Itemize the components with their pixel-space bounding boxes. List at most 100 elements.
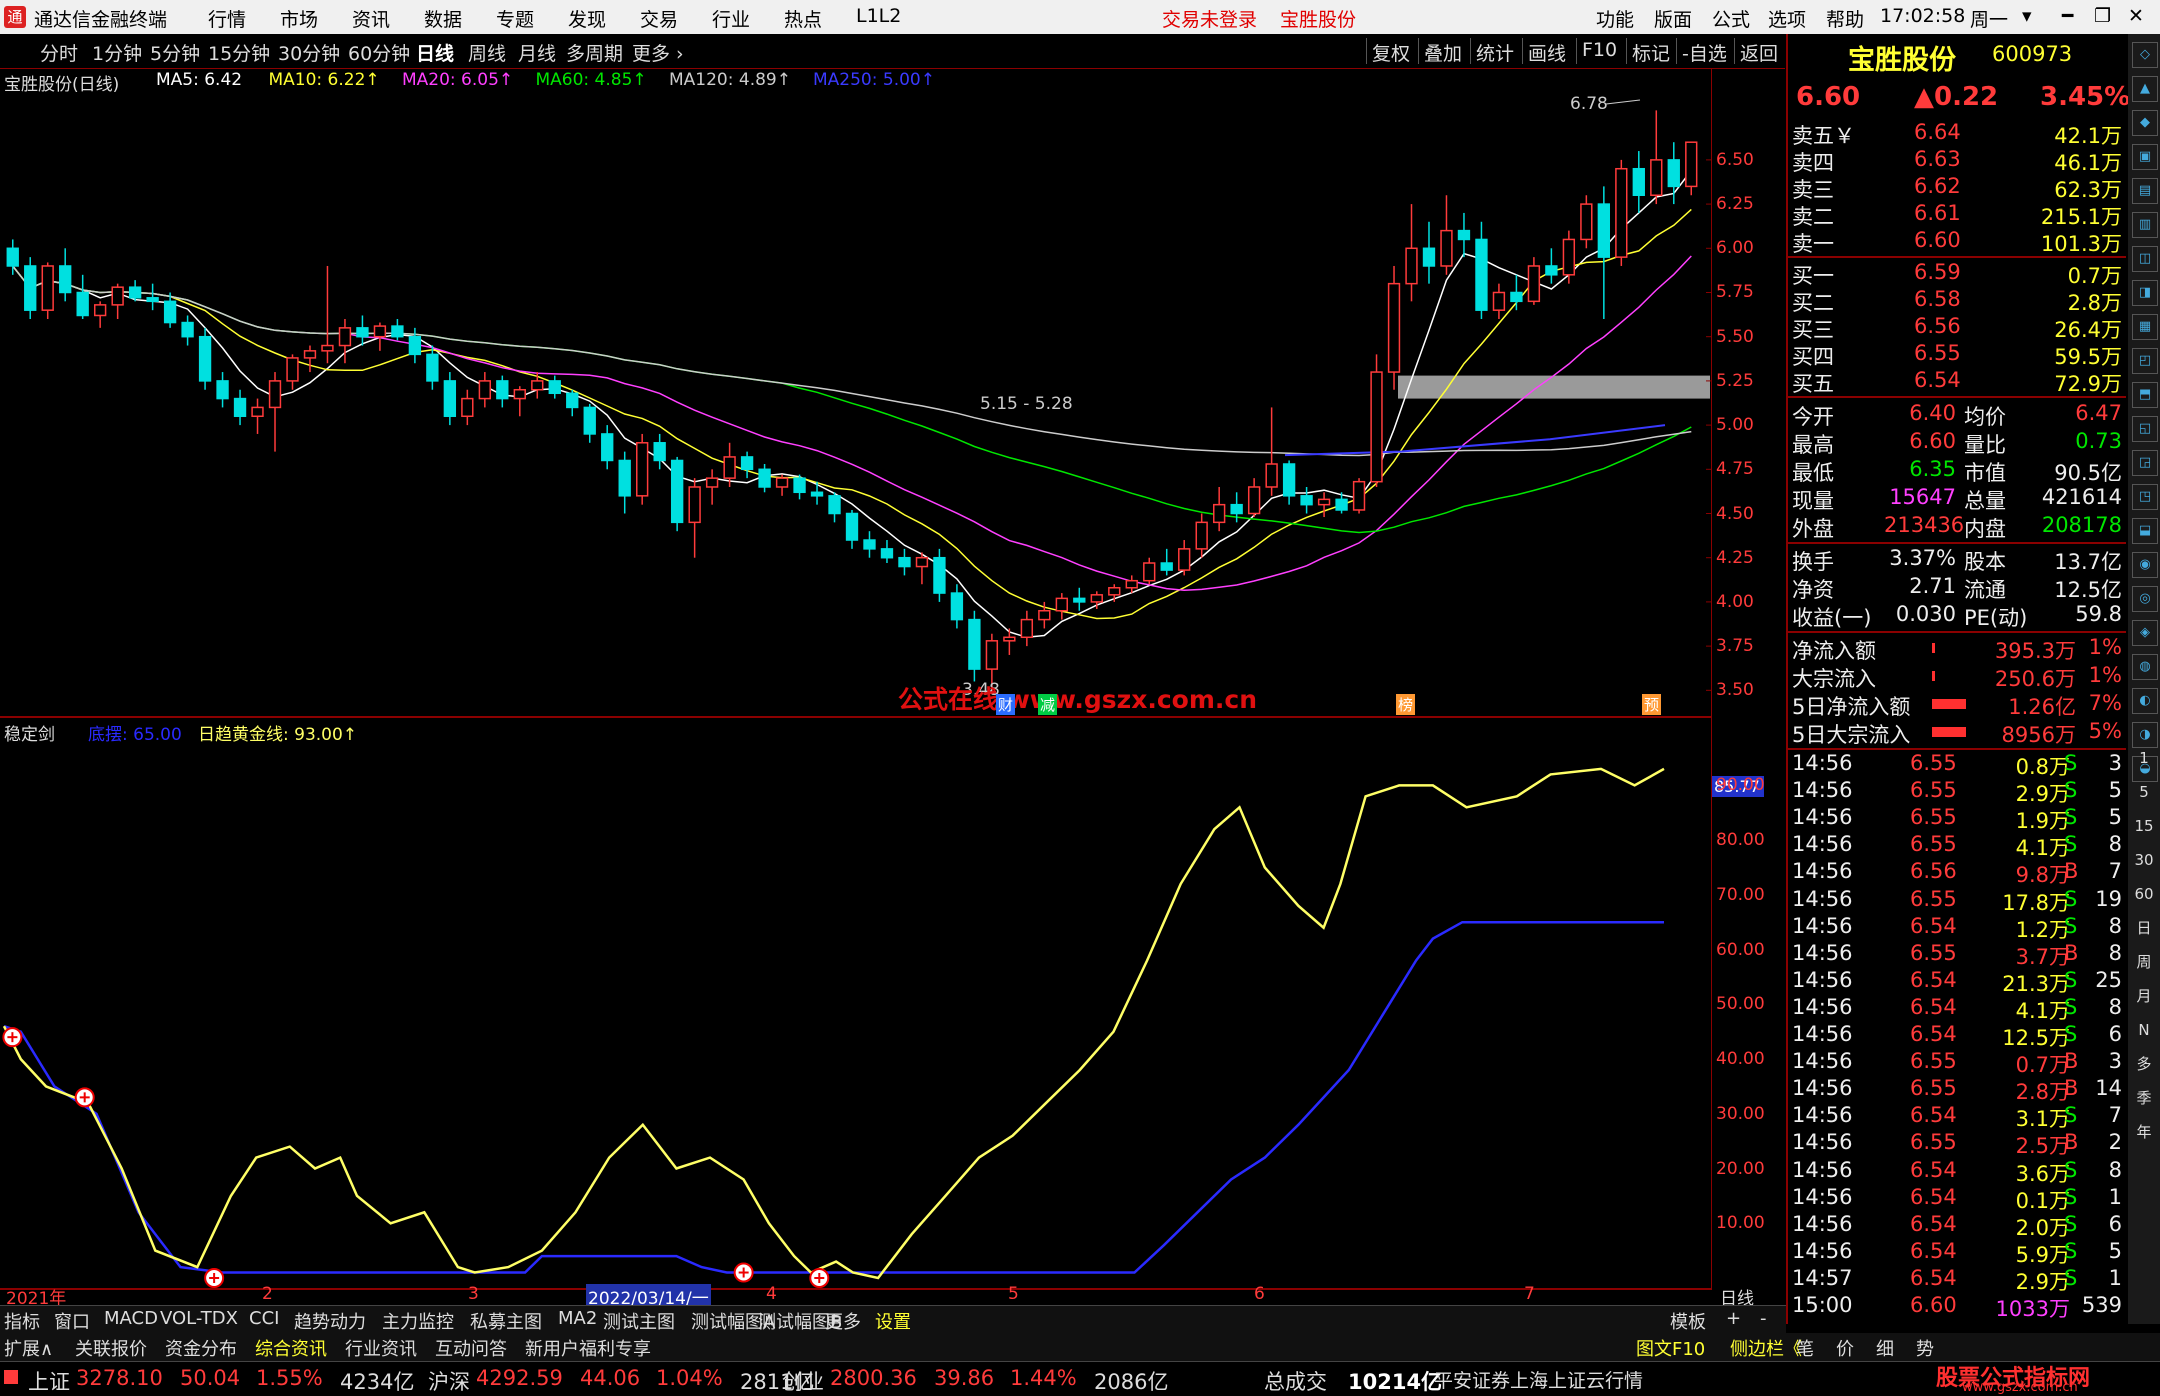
right-menu-0[interactable]: 功能 xyxy=(1596,5,1634,32)
extension-tab-2[interactable]: 资金分布 xyxy=(165,1335,237,1361)
indicator-tab-1[interactable]: 窗口 xyxy=(54,1308,90,1334)
trade-status[interactable]: 交易未登录 xyxy=(1162,5,1257,32)
flow-row[interactable]: 5日大宗流入 8956万 5% xyxy=(1792,719,2122,747)
side-period-0[interactable]: 1 xyxy=(2132,746,2156,770)
fin-row[interactable]: 换手 3.37% 股本 13.7亿 xyxy=(1792,546,2122,574)
tick-row[interactable]: 14:56 6.54 3.6万 S 8 xyxy=(1792,1158,2122,1186)
side-tool-icon[interactable]: ◐ xyxy=(2132,688,2158,714)
chart-tool-4[interactable]: F10 xyxy=(1582,39,1617,61)
side-tool-icon[interactable]: ▦ xyxy=(2132,314,2158,340)
template-control-1[interactable]: + xyxy=(1726,1308,1741,1329)
period-5[interactable]: 60分钟 xyxy=(348,39,410,66)
side-tool-icon[interactable]: ◨ xyxy=(2132,280,2158,306)
tick-row[interactable]: 14:56 6.54 5.9万 S 5 xyxy=(1792,1239,2122,1267)
right-menu-2[interactable]: 公式 xyxy=(1712,5,1750,32)
template-control-2[interactable]: - xyxy=(1760,1308,1767,1329)
bid-row[interactable]: 买四 6.55 59.5万 xyxy=(1792,341,2122,369)
menu-7[interactable]: 行业 xyxy=(712,5,750,32)
side-period-9[interactable]: 多 xyxy=(2132,1052,2156,1076)
indicator-tab-5[interactable]: 趋势动力 xyxy=(294,1308,366,1334)
bid-row[interactable]: 买五 6.54 72.9万 xyxy=(1792,368,2122,396)
tick-row[interactable]: 14:56 6.55 4.1万 S 8 xyxy=(1792,832,2122,860)
index-name[interactable]: 沪深 xyxy=(428,1366,470,1396)
chart-tool-2[interactable]: 统计 xyxy=(1476,39,1514,66)
event-tag[interactable]: 财 xyxy=(996,694,1016,715)
side-tool-icon[interactable]: ◑ xyxy=(2132,722,2158,748)
side-tool-icon[interactable]: ⬓ xyxy=(2132,518,2158,544)
side-tool-icon[interactable]: ◫ xyxy=(2132,246,2158,272)
indicator-tab-9[interactable]: 测试主图 xyxy=(603,1308,675,1334)
side-period-2[interactable]: 15 xyxy=(2132,814,2156,838)
tick-row[interactable]: 14:56 6.54 12.5万 S 6 xyxy=(1792,1022,2122,1050)
side-period-4[interactable]: 60 xyxy=(2132,882,2156,906)
tick-row[interactable]: 14:56 6.56 9.8万 B 7 xyxy=(1792,859,2122,887)
close-icon[interactable]: ✕ xyxy=(2128,5,2144,27)
bid-row[interactable]: 买二 6.58 2.8万 xyxy=(1792,287,2122,315)
stat-row[interactable]: 外盘 213436 内盘 208178 xyxy=(1792,513,2122,541)
tick-row[interactable]: 14:56 6.55 2.8万 B 14 xyxy=(1792,1076,2122,1104)
menu-8[interactable]: 热点 xyxy=(784,5,822,32)
index-name[interactable]: 创业 xyxy=(782,1366,824,1396)
side-period-7[interactable]: 月 xyxy=(2132,984,2156,1008)
indicator-tab-7[interactable]: 私募主图 xyxy=(470,1308,542,1334)
tick-row[interactable]: 14:56 6.54 3.1万 S 7 xyxy=(1792,1103,2122,1131)
chart-tool-0[interactable]: 复权 xyxy=(1372,39,1410,66)
menu-2[interactable]: 资讯 xyxy=(352,5,390,32)
tick-row[interactable]: 14:56 6.55 0.8万 S 3 xyxy=(1792,751,2122,779)
period-7[interactable]: 周线 xyxy=(468,39,506,66)
period-2[interactable]: 5分钟 xyxy=(150,39,200,66)
tick-row[interactable]: 14:57 6.54 2.9万 S 1 xyxy=(1792,1266,2122,1294)
event-tag[interactable]: 预 xyxy=(1642,694,1662,715)
tick-row[interactable]: 14:56 6.55 1.9万 S 5 xyxy=(1792,805,2122,833)
ask-row[interactable]: 卖三 6.62 62.3万 xyxy=(1792,174,2122,202)
ask-row[interactable]: 卖四 6.63 46.1万 xyxy=(1792,147,2122,175)
tick-row[interactable]: 14:56 6.55 17.8万 S 19 xyxy=(1792,887,2122,915)
side-tool-icon[interactable]: ◉ xyxy=(2132,552,2158,578)
menu-4[interactable]: 专题 xyxy=(496,5,534,32)
right-menu-4[interactable]: 帮助 xyxy=(1826,5,1864,32)
side-period-10[interactable]: 季 xyxy=(2132,1086,2156,1110)
extension-right-0[interactable]: 图文F10 xyxy=(1636,1335,1705,1361)
fin-row[interactable]: 收益(一) 0.030 PE(动) 59.8 xyxy=(1792,602,2122,630)
bid-row[interactable]: 买一 6.59 0.7万 xyxy=(1792,260,2122,288)
side-period-3[interactable]: 30 xyxy=(2132,848,2156,872)
side-tool-icon[interactable]: ◎ xyxy=(2132,586,2158,612)
chart-tool-3[interactable]: 画线 xyxy=(1528,39,1566,66)
extension-right-2[interactable]: 笔 xyxy=(1796,1335,1814,1361)
ask-row[interactable]: 卖五￥ 6.64 42.1万 xyxy=(1792,120,2122,148)
side-tool-icon[interactable]: ▥ xyxy=(2132,212,2158,238)
stat-row[interactable]: 最低 6.35 市值 90.5亿 xyxy=(1792,457,2122,485)
indicator-tab-3[interactable]: VOL-TDX xyxy=(160,1308,238,1329)
template-control-0[interactable]: 模板 xyxy=(1670,1308,1706,1334)
menu-3[interactable]: 数据 xyxy=(424,5,462,32)
fin-row[interactable]: 净资 2.71 流通 12.5亿 xyxy=(1792,574,2122,602)
indicator-tab-4[interactable]: CCI xyxy=(249,1308,279,1329)
side-period-5[interactable]: 日 xyxy=(2132,916,2156,940)
flow-row[interactable]: 大宗流入 250.6万 1% xyxy=(1792,663,2122,691)
side-period-6[interactable]: 周 xyxy=(2132,950,2156,974)
chart-tool-6[interactable]: -自选 xyxy=(1682,39,1727,66)
extension-tab-5[interactable]: 互动问答 xyxy=(435,1335,507,1361)
tick-row[interactable]: 14:56 6.54 1.2万 S 8 xyxy=(1792,914,2122,942)
indicator-tab-2[interactable]: MACD xyxy=(104,1308,158,1329)
chart-tool-1[interactable]: 叠加 xyxy=(1424,39,1462,66)
side-tool-icon[interactable]: ▲ xyxy=(2132,76,2158,102)
side-tool-icon[interactable]: ◆ xyxy=(2132,110,2158,136)
period-9[interactable]: 多周期 xyxy=(566,39,623,66)
ask-row[interactable]: 卖二 6.61 215.1万 xyxy=(1792,201,2122,229)
side-tool-icon[interactable]: ◇ xyxy=(2132,42,2158,68)
tick-row[interactable]: 14:56 6.54 4.1万 S 8 xyxy=(1792,995,2122,1023)
side-tool-icon[interactable]: ◳ xyxy=(2132,484,2158,510)
window-menu-icon[interactable]: ▾ xyxy=(2022,5,2032,27)
indicator-tab-13[interactable]: 设置 xyxy=(875,1308,911,1334)
indicator-tab-6[interactable]: 主力监控 xyxy=(382,1308,454,1334)
tick-row[interactable]: 15:00 6.60 1033万 539 xyxy=(1792,1293,2122,1321)
period-0[interactable]: 分时 xyxy=(40,39,78,66)
flow-row[interactable]: 净流入额 395.3万 1% xyxy=(1792,635,2122,663)
menu-5[interactable]: 发现 xyxy=(568,5,606,32)
extension-right-3[interactable]: 价 xyxy=(1836,1335,1854,1361)
period-8[interactable]: 月线 xyxy=(518,39,556,66)
side-period-11[interactable]: 年 xyxy=(2132,1120,2156,1144)
menu-1[interactable]: 市场 xyxy=(280,5,318,32)
tick-row[interactable]: 14:56 6.54 0.1万 S 1 xyxy=(1792,1185,2122,1213)
